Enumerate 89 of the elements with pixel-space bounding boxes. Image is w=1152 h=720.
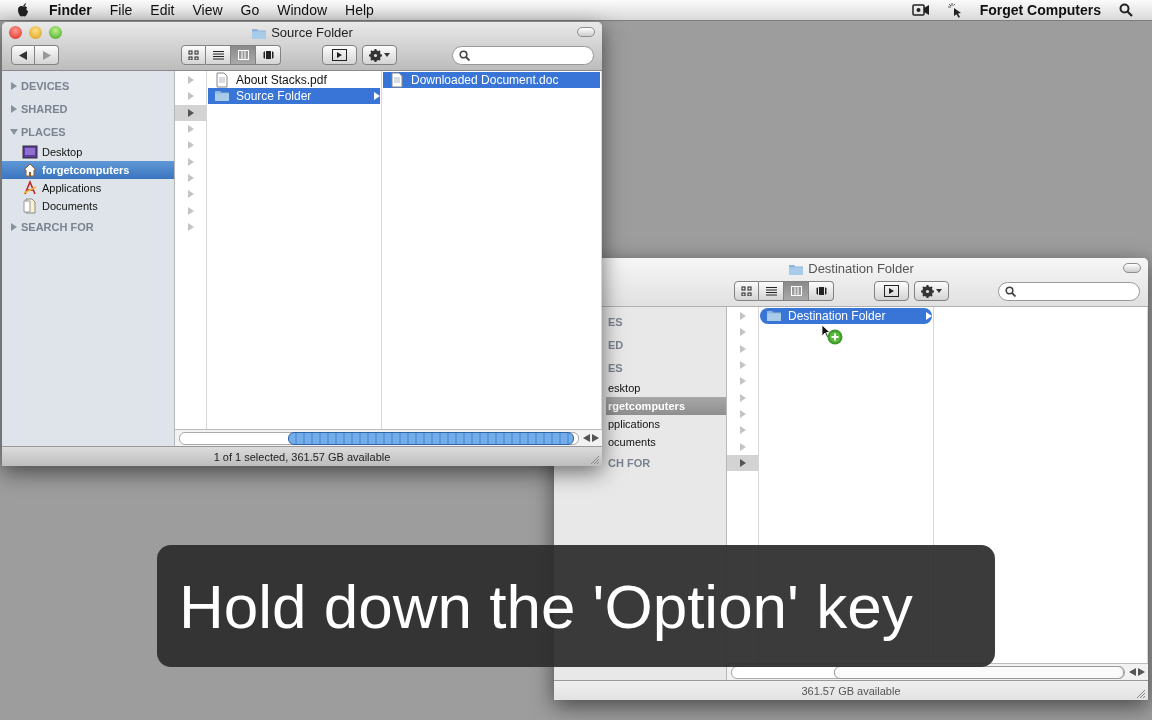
browser-row[interactable]: About Stacks.pdf xyxy=(208,72,380,88)
search-icon[interactable] xyxy=(1119,3,1133,17)
gear-icon xyxy=(369,48,382,62)
column-view-button[interactable] xyxy=(231,45,256,65)
window-title: Destination Folder xyxy=(808,261,914,276)
browser-row[interactable]: Downloaded Document.doc xyxy=(383,72,600,88)
columns-icon xyxy=(790,286,802,296)
cover-flow-icon xyxy=(815,286,827,296)
scroll-right-icon[interactable] xyxy=(592,434,599,442)
right-arrow-icon xyxy=(42,50,51,60)
collapsed-triangle-icon[interactable] xyxy=(10,104,18,113)
caret-icon xyxy=(936,289,942,293)
applications-icon xyxy=(22,180,38,196)
gear-icon xyxy=(921,284,934,298)
sidebar-item[interactable]: pplications xyxy=(606,415,726,433)
sidebar-heading: CH FOR xyxy=(608,456,651,469)
menu-item[interactable]: Help xyxy=(336,2,383,18)
list-icon xyxy=(212,50,224,60)
search-field[interactable] xyxy=(452,46,594,65)
browser-row[interactable]: Destination Folder xyxy=(760,308,932,324)
resize-grip-icon[interactable] xyxy=(589,454,599,464)
sidebar-item[interactable]: Desktop xyxy=(2,143,174,161)
menu-item[interactable]: Edit xyxy=(141,2,184,18)
menu-item[interactable]: Finder xyxy=(40,2,101,18)
back-button[interactable] xyxy=(11,45,35,65)
desktop-icon xyxy=(22,144,38,160)
grid-icon xyxy=(188,50,199,60)
forward-button[interactable] xyxy=(35,45,59,65)
grid-icon xyxy=(741,286,752,296)
play-icon xyxy=(884,285,899,297)
columns-icon xyxy=(237,50,249,60)
sidebar-item[interactable]: ocuments xyxy=(606,433,726,451)
sidebar-heading: ES xyxy=(608,315,623,328)
collapsed-triangle-icon[interactable] xyxy=(10,81,18,90)
zoom-button[interactable] xyxy=(49,26,62,39)
caret-icon xyxy=(384,53,390,57)
minimize-button[interactable] xyxy=(29,26,42,39)
cursor-sparkle-icon[interactable] xyxy=(947,2,962,18)
horizontal-scrollbar[interactable] xyxy=(731,665,1125,679)
menu-item[interactable]: View xyxy=(183,2,232,18)
list-icon xyxy=(765,286,777,296)
left-arrow-icon xyxy=(19,50,27,60)
cover-flow-button[interactable] xyxy=(256,45,281,65)
window-title: Source Folder xyxy=(271,25,353,40)
play-icon xyxy=(332,49,347,61)
horizontal-scrollbar[interactable] xyxy=(179,431,579,445)
disclosure-arrow-icon[interactable] xyxy=(187,108,194,117)
disclosure-arrow-icon[interactable] xyxy=(739,458,746,467)
folder-icon xyxy=(766,308,782,324)
sidebar-item[interactable]: forgetcomputers xyxy=(2,161,174,179)
search-icon xyxy=(1005,286,1016,297)
cursor-icon xyxy=(821,324,831,338)
menu-item[interactable]: File xyxy=(100,2,142,18)
scroll-left-icon[interactable] xyxy=(583,434,590,442)
icon-view-button[interactable] xyxy=(181,45,206,65)
browser-row[interactable]: Source Folder xyxy=(208,88,380,104)
status-text: 361.57 GB available xyxy=(801,684,901,697)
sidebar-heading: ES xyxy=(608,361,623,374)
disclosure-arrow-icon xyxy=(374,92,380,100)
menu-item[interactable]: Window xyxy=(268,2,337,18)
caption-text: Hold down the 'Option' key xyxy=(157,545,995,667)
close-button[interactable] xyxy=(9,26,22,39)
user-menu[interactable]: Forget Computers xyxy=(970,2,1110,18)
sidebar-heading: DEVICES xyxy=(21,79,70,92)
disclosure-arrow-icon xyxy=(926,312,932,320)
video-camera-icon[interactable] xyxy=(911,4,930,16)
sidebar-heading: SHARED xyxy=(21,102,68,115)
documents-icon xyxy=(22,198,38,214)
sidebar-heading: PLACES xyxy=(21,125,66,138)
search-icon xyxy=(459,50,470,61)
sidebar-heading: SEARCH FOR xyxy=(21,220,94,233)
toolbar-toggle-button[interactable] xyxy=(577,27,595,37)
scroll-left-icon[interactable] xyxy=(1129,668,1136,676)
action-menu-button[interactable] xyxy=(362,45,397,65)
sidebar-heading: ED xyxy=(608,338,624,351)
collapsed-triangle-icon[interactable] xyxy=(10,222,18,231)
menu-item[interactable]: Go xyxy=(231,2,269,18)
quick-look-button[interactable] xyxy=(322,45,357,65)
folder-icon xyxy=(214,88,230,104)
scroll-right-icon[interactable] xyxy=(1138,668,1145,676)
cover-flow-icon xyxy=(262,50,274,60)
sidebar-item[interactable]: esktop xyxy=(606,379,726,397)
expanded-triangle-icon[interactable] xyxy=(10,127,18,136)
status-text: 1 of 1 selected, 361.57 GB available xyxy=(213,450,391,463)
sidebar-item[interactable]: Applications xyxy=(2,179,174,197)
house-icon xyxy=(22,162,38,178)
sidebar-item[interactable]: Documents xyxy=(2,197,174,215)
list-view-button[interactable] xyxy=(206,45,231,65)
apple-icon[interactable] xyxy=(16,2,30,18)
